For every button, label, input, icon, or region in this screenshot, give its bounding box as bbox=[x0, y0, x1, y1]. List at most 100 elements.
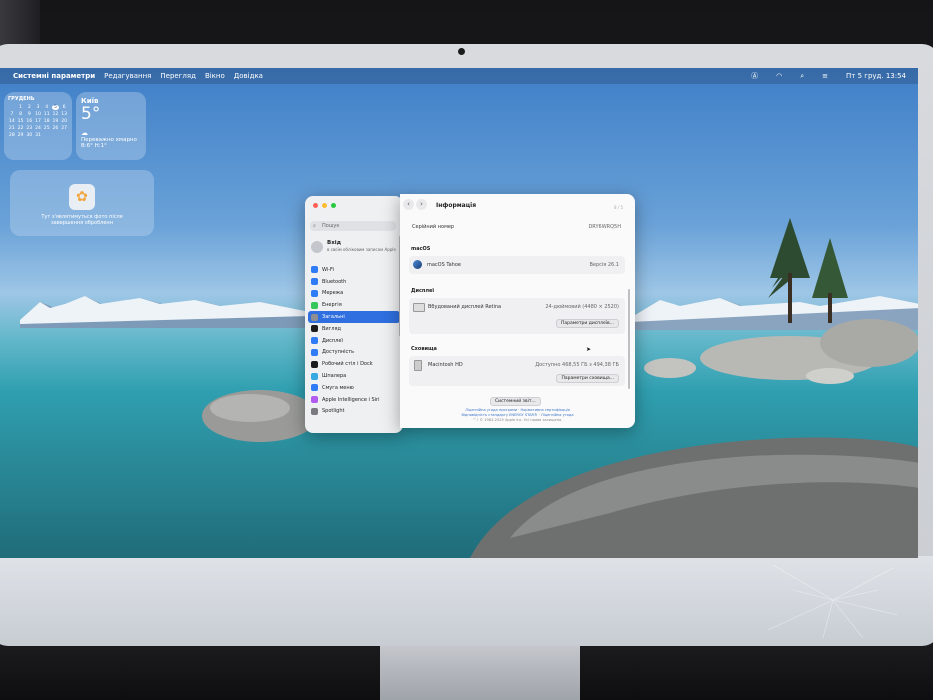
calendar-day[interactable]: 23 bbox=[25, 126, 33, 131]
sidebar-item[interactable]: Spotlight bbox=[308, 406, 400, 418]
window-controls bbox=[313, 203, 336, 208]
sidebar-item[interactable]: Робочий стіл і Dock bbox=[308, 358, 400, 370]
sidebar-item-icon bbox=[311, 325, 318, 333]
storage-section: Сховища bbox=[411, 346, 437, 352]
photos-widget[interactable]: ✿ Тут з'являтимуться фото після завершен… bbox=[10, 170, 154, 236]
calendar-day[interactable]: 11 bbox=[43, 112, 51, 117]
sidebar-item-label: Мережа bbox=[322, 290, 344, 297]
account-title: Вхід bbox=[327, 240, 342, 246]
calendar-widget[interactable]: ГРУДЕНЬ 1 2 3 4 5 6 7 8 9 10 11 12 13 14 15 16 17 18 19 20 2… bbox=[4, 92, 72, 160]
macos-icon bbox=[413, 260, 422, 269]
serial-label: Серійний номер bbox=[412, 224, 455, 230]
calendar-day[interactable]: 8 bbox=[17, 112, 25, 117]
sidebar-item-label: Wi-Fi bbox=[322, 266, 334, 273]
minimize-button[interactable] bbox=[322, 203, 327, 208]
calendar-day[interactable]: 21 bbox=[8, 126, 16, 131]
sidebar-item-icon bbox=[311, 360, 318, 368]
sidebar-item[interactable]: Енергія bbox=[308, 299, 400, 311]
back-button[interactable]: ‹ bbox=[403, 199, 414, 210]
calendar-day[interactable]: 4 bbox=[43, 105, 51, 110]
footer-copyright: ™ і © 1983-2025 Apple Inc. Усі права зах… bbox=[472, 418, 563, 422]
search-input[interactable]: ⌕ Пошук bbox=[310, 221, 396, 231]
mouse-cursor: ➤ bbox=[586, 346, 592, 353]
menu-app-name[interactable]: Системні параметри bbox=[13, 72, 95, 80]
sidebar-item-label: Spotlight bbox=[322, 408, 345, 415]
text-input-icon[interactable]: Ⓐ bbox=[751, 71, 758, 81]
calendar-day[interactable]: 22 bbox=[17, 126, 25, 131]
sidebar-item-icon bbox=[311, 396, 318, 404]
calendar-day[interactable]: 3 bbox=[34, 105, 42, 110]
calendar-day[interactable]: 15 bbox=[17, 119, 25, 124]
menu-view[interactable]: Перегляд bbox=[160, 72, 196, 80]
footer-links-1[interactable]: Ліцензійна угода програми · Нормативна с… bbox=[400, 408, 635, 412]
menu-bar: Системні параметри Редагування Перегляд … bbox=[0, 68, 918, 84]
account-subtitle: в своїм обліковим записом Apple bbox=[327, 247, 396, 252]
rocks-right bbox=[644, 319, 918, 384]
control-center-icon[interactable]: ≡ bbox=[822, 72, 828, 80]
calendar-day[interactable]: 10 bbox=[34, 112, 42, 117]
sidebar-item[interactable]: Доступність bbox=[308, 347, 400, 359]
calendar-day[interactable]: 18 bbox=[43, 119, 51, 124]
account-signin[interactable]: Вхід в своїм обліковим записом Apple bbox=[311, 240, 399, 258]
calendar-day[interactable]: 24 bbox=[34, 126, 42, 131]
sidebar-item-label: Дисплеї bbox=[322, 337, 343, 344]
calendar-day[interactable]: 7 bbox=[8, 112, 16, 117]
calendar-day[interactable]: 26 bbox=[52, 126, 60, 131]
sidebar-item-icon bbox=[311, 337, 318, 345]
sidebar-item[interactable]: Apple Intelligence і Siri bbox=[308, 394, 400, 406]
sidebar-item-icon bbox=[311, 348, 318, 356]
macos-version: Версія 26.1 bbox=[589, 262, 619, 268]
wifi-icon[interactable]: ◠ bbox=[776, 72, 782, 80]
avatar bbox=[311, 241, 323, 253]
calendar-day[interactable]: 9 bbox=[25, 112, 33, 117]
calendar-day[interactable]: 30 bbox=[25, 133, 33, 138]
menu-help[interactable]: Довідка bbox=[234, 72, 263, 80]
sidebar-item[interactable]: Wi-Fi bbox=[308, 264, 400, 276]
menu-clock[interactable]: Пт 5 груд. 13:54 bbox=[846, 72, 906, 80]
calendar-day[interactable]: 16 bbox=[25, 119, 33, 124]
calendar-day[interactable]: 31 bbox=[34, 133, 42, 138]
storage-card: Macintosh HD Доступно 468,55 ГБ з 494,38… bbox=[409, 356, 625, 386]
sidebar-item[interactable]: Загальні bbox=[308, 311, 400, 323]
calendar-day[interactable]: 5 bbox=[51, 105, 60, 110]
calendar-day[interactable]: 6 bbox=[60, 105, 68, 110]
weather-range: В:6° Н:1° bbox=[81, 143, 107, 149]
forward-button[interactable]: › bbox=[416, 199, 427, 210]
calendar-day[interactable]: 14 bbox=[8, 119, 16, 124]
calendar-day[interactable]: 12 bbox=[52, 112, 60, 117]
sidebar-item[interactable]: Шпалера bbox=[308, 370, 400, 382]
weather-widget[interactable]: Київ 5° ☁ Переважно хмарно В:6° Н:1° bbox=[76, 92, 146, 160]
calendar-day[interactable]: 19 bbox=[52, 119, 60, 124]
calendar-day[interactable]: 17 bbox=[34, 119, 42, 124]
sidebar-item[interactable]: Дисплеї bbox=[308, 335, 400, 347]
calendar-month: ГРУДЕНЬ bbox=[8, 96, 35, 102]
system-report-button[interactable]: Системний звіт... bbox=[490, 397, 541, 406]
calendar-day[interactable]: 25 bbox=[43, 126, 51, 131]
menu-edit[interactable]: Редагування bbox=[104, 72, 151, 80]
storage-settings-button[interactable]: Параметри сховища... bbox=[556, 374, 619, 383]
menu-window[interactable]: Вікно bbox=[205, 72, 225, 80]
disk-icon bbox=[414, 360, 422, 371]
sidebar-item-icon bbox=[311, 384, 318, 392]
sidebar-item-label: Apple Intelligence і Siri bbox=[322, 396, 380, 403]
calendar-day[interactable]: 28 bbox=[8, 133, 16, 138]
zoom-button[interactable] bbox=[331, 203, 336, 208]
calendar-day[interactable]: 29 bbox=[17, 133, 25, 138]
storage-name: Macintosh HD bbox=[428, 362, 463, 368]
footer-links-2[interactable]: Відповідність стандарту ENERGY STAR® · Л… bbox=[400, 413, 635, 417]
sidebar-item[interactable]: Мережа bbox=[308, 288, 400, 300]
display-settings-button[interactable]: Параметри дисплеїв... bbox=[555, 319, 619, 328]
calendar-day[interactable]: 1 bbox=[17, 105, 25, 110]
display-icon bbox=[413, 303, 425, 312]
sidebar-item[interactable]: Bluetooth bbox=[308, 276, 400, 288]
calendar-day[interactable]: 27 bbox=[60, 126, 68, 131]
calendar-day[interactable]: 2 bbox=[25, 105, 33, 110]
sidebar-item[interactable]: Смуга меню bbox=[308, 382, 400, 394]
close-button[interactable] bbox=[313, 203, 318, 208]
search-icon[interactable]: ⌕ bbox=[800, 72, 804, 81]
calendar-day[interactable]: 13 bbox=[60, 112, 68, 117]
sidebar-item[interactable]: Вигляд bbox=[308, 323, 400, 335]
calendar-day[interactable]: 20 bbox=[60, 119, 68, 124]
sidebar-list: Wi-Fi Bluetooth Мережа Енергія Загальні Вигля… bbox=[308, 264, 400, 417]
main-scrollbar[interactable] bbox=[628, 289, 630, 389]
